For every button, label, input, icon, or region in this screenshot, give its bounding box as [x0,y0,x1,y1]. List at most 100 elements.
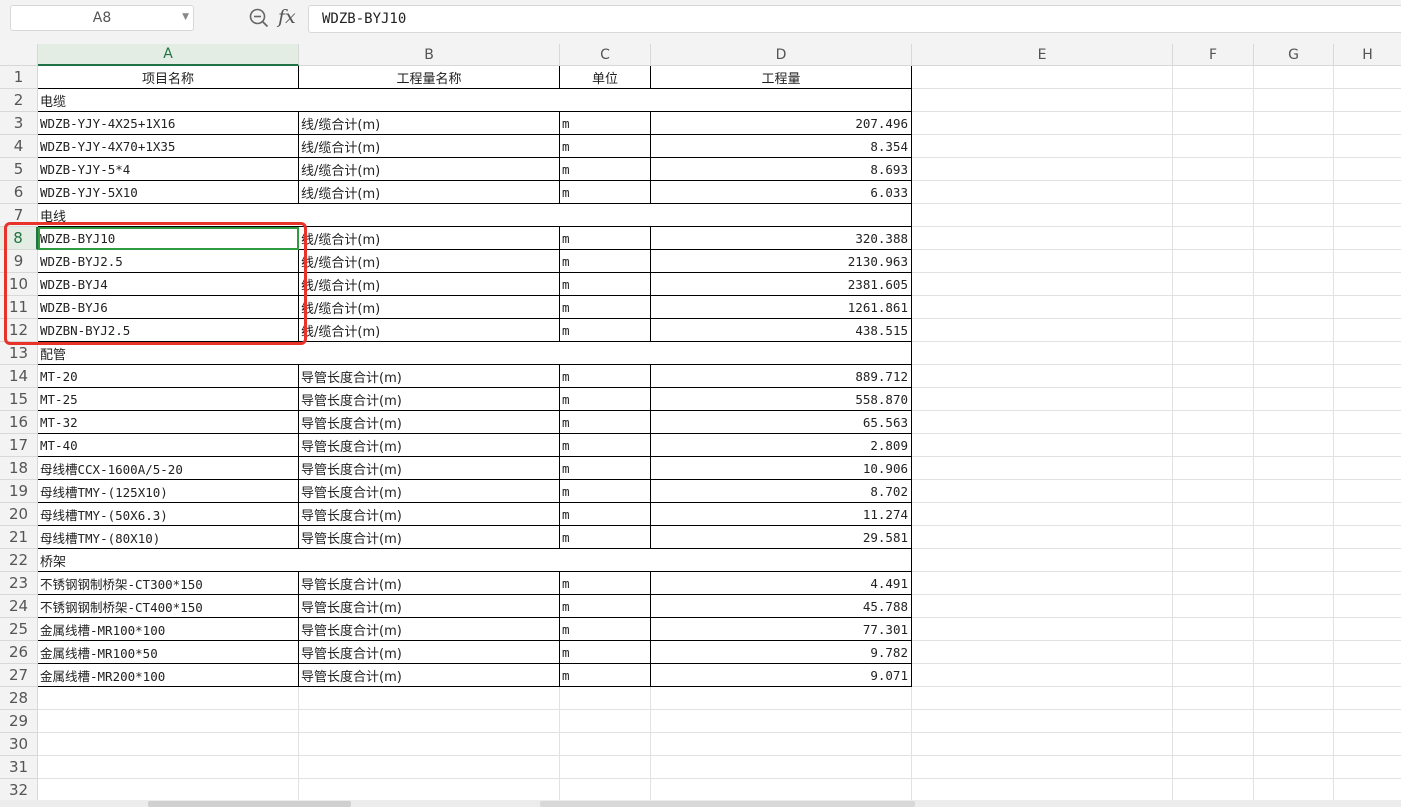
cell-d[interactable]: 320.388 [651,227,912,250]
cell-empty[interactable] [1254,779,1334,802]
cell-empty[interactable] [1334,549,1401,572]
cell-empty[interactable] [1173,434,1254,457]
cell-empty[interactable] [912,733,1173,756]
cell-empty[interactable] [1173,411,1254,434]
cell-empty[interactable] [912,319,1173,342]
cell-empty[interactable] [1334,733,1401,756]
cell-empty[interactable] [912,296,1173,319]
cell-empty[interactable] [1173,181,1254,204]
row-header[interactable]: 27 [0,664,38,687]
cell-empty[interactable] [1254,756,1334,779]
cell-d[interactable]: 6.033 [651,181,912,204]
cell-a[interactable]: 母线槽CCX-1600A/5-20 [38,457,299,480]
cell-b[interactable] [299,733,560,756]
cell-empty[interactable] [912,756,1173,779]
cell-b[interactable]: 线/缆合计(m) [299,158,560,181]
row-header[interactable]: 21 [0,526,38,549]
cell-empty[interactable] [1334,296,1401,319]
row-header[interactable]: 13 [0,342,38,365]
cell-empty[interactable] [912,135,1173,158]
cell-d[interactable]: 9.071 [651,664,912,687]
cell-empty[interactable] [1173,135,1254,158]
cell-empty[interactable] [1254,572,1334,595]
cell-c[interactable] [560,779,651,802]
cell-empty[interactable] [1254,135,1334,158]
cell-a[interactable] [38,710,299,733]
cell-b[interactable]: 线/缆合计(m) [299,112,560,135]
cell-d[interactable]: 77.301 [651,618,912,641]
formula-input[interactable]: WDZB-BYJ10 [308,5,1401,33]
cell-a[interactable]: WDZBN-BYJ2.5 [38,319,299,342]
cell-b[interactable]: 导管长度合计(m) [299,503,560,526]
cell-empty[interactable] [1334,480,1401,503]
cell-b[interactable]: 线/缆合计(m) [299,135,560,158]
cell-d[interactable]: 工程量 [651,66,912,89]
row-header[interactable]: 28 [0,687,38,710]
cell-b[interactable]: 导管长度合计(m) [299,641,560,664]
cell-d[interactable]: 558.870 [651,388,912,411]
cell-empty[interactable] [912,549,1173,572]
cell-a[interactable]: WDZB-BYJ6 [38,296,299,319]
cell-b[interactable]: 导管长度合计(m) [299,595,560,618]
cell-empty[interactable] [912,250,1173,273]
cell-empty[interactable] [1334,710,1401,733]
row-header[interactable]: 17 [0,434,38,457]
cell-empty[interactable] [1334,434,1401,457]
column-header-c[interactable]: C [560,44,651,66]
row-header[interactable]: 22 [0,549,38,572]
row-header[interactable]: 8 [0,227,38,250]
cell-empty[interactable] [1173,457,1254,480]
cell-empty[interactable] [1334,641,1401,664]
cell-a[interactable]: 金属线槽-MR100*50 [38,641,299,664]
cell-b[interactable]: 线/缆合计(m) [299,319,560,342]
cell-empty[interactable] [1334,158,1401,181]
row-header[interactable]: 6 [0,181,38,204]
cell-a[interactable]: 母线槽TMY-(50X6.3) [38,503,299,526]
column-header-h[interactable]: H [1334,44,1401,66]
cell-empty[interactable] [1173,687,1254,710]
row-header[interactable]: 2 [0,89,38,112]
column-header-b[interactable]: B [299,44,560,66]
cell-a[interactable]: WDZB-YJY-4X70+1X35 [38,135,299,158]
cell-empty[interactable] [1254,227,1334,250]
cell-c[interactable]: m [560,572,651,595]
cell-empty[interactable] [1254,641,1334,664]
cell-empty[interactable] [1173,595,1254,618]
cell-empty[interactable] [1334,342,1401,365]
cell-empty[interactable] [1254,733,1334,756]
cell-d[interactable] [651,687,912,710]
cell-empty[interactable] [1173,641,1254,664]
horizontal-scrollbar[interactable] [0,800,1401,807]
row-header[interactable]: 19 [0,480,38,503]
row-header[interactable]: 9 [0,250,38,273]
cell-c[interactable]: m [560,273,651,296]
cell-c[interactable]: m [560,457,651,480]
row-header[interactable]: 32 [0,779,38,802]
cell-b[interactable]: 导管长度合计(m) [299,572,560,595]
cell-d[interactable]: 65.563 [651,411,912,434]
cell-empty[interactable] [912,526,1173,549]
cell-d[interactable]: 9.782 [651,641,912,664]
cell-empty[interactable] [1254,664,1334,687]
cell-d[interactable]: 8.693 [651,158,912,181]
cell-a[interactable]: WDZB-BYJ2.5 [38,250,299,273]
cell-c[interactable]: m [560,434,651,457]
cell-d[interactable]: 2.809 [651,434,912,457]
cell-empty[interactable] [912,687,1173,710]
cell-empty[interactable] [1173,572,1254,595]
row-header[interactable]: 29 [0,710,38,733]
cell-empty[interactable] [912,434,1173,457]
cell-d[interactable] [651,756,912,779]
cell-empty[interactable] [912,595,1173,618]
section-header-cell[interactable]: 配管 [38,342,912,365]
cell-empty[interactable] [1254,526,1334,549]
cell-empty[interactable] [1254,296,1334,319]
row-header[interactable]: 7 [0,204,38,227]
cell-empty[interactable] [1334,319,1401,342]
cell-b[interactable] [299,756,560,779]
cell-empty[interactable] [1334,227,1401,250]
cell-b[interactable]: 导管长度合计(m) [299,664,560,687]
column-header-f[interactable]: F [1173,44,1254,66]
cell-empty[interactable] [1334,388,1401,411]
cell-c[interactable] [560,687,651,710]
